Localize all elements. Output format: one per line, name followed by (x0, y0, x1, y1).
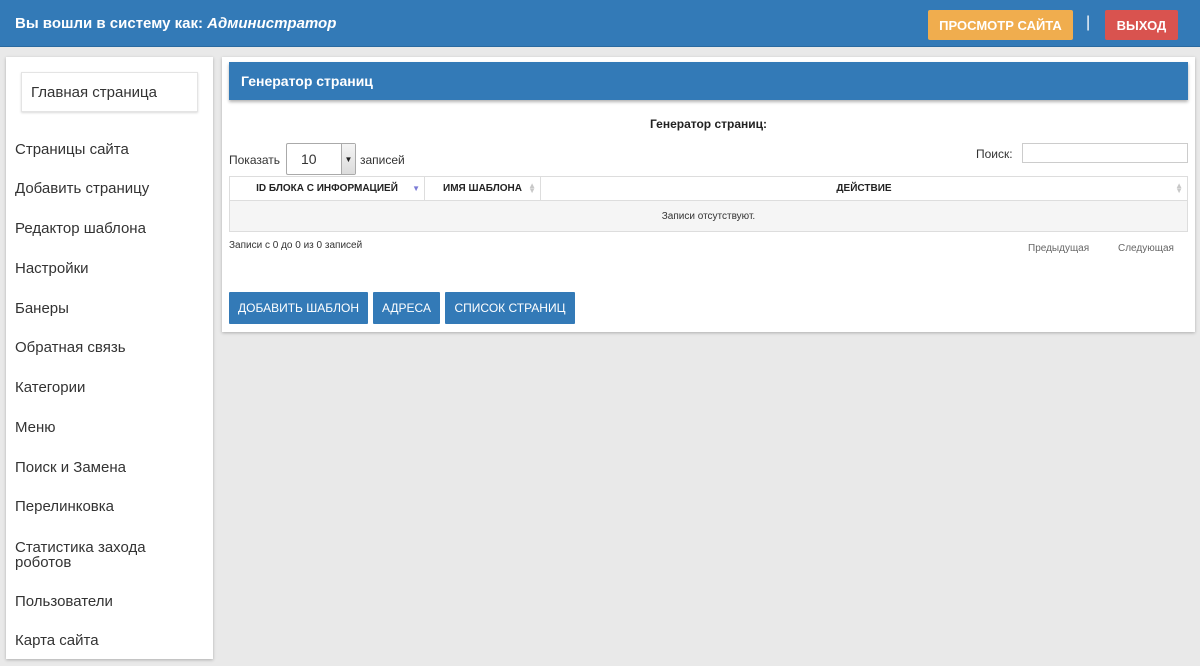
sidebar-item-search-replace[interactable]: Поиск и Замена (15, 460, 210, 475)
login-status: Вы вошли в систему как: Администратор (15, 15, 336, 32)
sidebar-item-interlinking[interactable]: Перелинковка (15, 499, 210, 514)
sort-desc-icon: ▼ (412, 184, 420, 193)
table-header: ID БЛОКА С ИНФОРМАЦИЕЙ ▼ ИМЯ ШАБЛОНА ▲ ▼ … (230, 177, 1187, 201)
login-status-prefix: Вы вошли в систему как: (15, 15, 203, 32)
sidebar-item-users[interactable]: Пользователи (15, 594, 210, 609)
column-header-label: ДЕЙСТВИЕ (836, 183, 892, 194)
sidebar-item-sitemap[interactable]: Карта сайта (15, 633, 210, 648)
user-role: Администратор (207, 15, 337, 32)
sidebar-item-robot-stats[interactable]: Статистика захода роботов (15, 540, 165, 570)
sidebar-item-menu[interactable]: Меню (15, 420, 210, 435)
top-bar: Вы вошли в систему как: Администратор ПР… (0, 0, 1200, 47)
home-page-button[interactable]: Главная страница (21, 72, 198, 112)
column-header-action[interactable]: ДЕЙСТВИЕ ▲ ▼ (541, 177, 1187, 200)
sidebar: Главная страница Страницы сайта Добавить… (6, 57, 213, 659)
header-separator: | (1086, 14, 1091, 31)
add-template-button[interactable]: ДОБАВИТЬ ШАБЛОН (229, 292, 368, 324)
search-input[interactable] (1022, 143, 1188, 163)
records-label: записей (360, 153, 405, 167)
sidebar-item-feedback[interactable]: Обратная связь (15, 340, 210, 355)
table-subtitle: Генератор страниц: (649, 117, 768, 131)
page-length-select[interactable]: 10 ▼ (286, 143, 356, 175)
table-info: Записи с 0 до 0 из 0 записей (229, 240, 363, 251)
page-generator-panel: Генератор страниц Генератор страниц: Пок… (222, 57, 1195, 332)
panel-title: Генератор страниц (229, 62, 1188, 100)
addresses-button[interactable]: АДРЕСА (373, 292, 440, 324)
sidebar-item-template-editor[interactable]: Редактор шаблона (15, 221, 210, 236)
column-header-label: ID БЛОКА С ИНФОРМАЦИЕЙ (256, 183, 398, 194)
chevron-down-icon: ▼ (341, 144, 355, 174)
logout-button[interactable]: ВЫХОД (1105, 10, 1178, 40)
page-list-button[interactable]: СПИСОК СТРАНИЦ (445, 292, 575, 324)
sidebar-item-add-page[interactable]: Добавить страницу (15, 181, 210, 196)
sidebar-item-settings[interactable]: Настройки (15, 261, 210, 276)
pagination-next[interactable]: Следующая (1118, 243, 1174, 254)
column-header-label: ИМЯ ШАБЛОНА (443, 183, 522, 194)
page-length-value: 10 (301, 151, 317, 167)
search-label: Поиск: (976, 147, 1013, 161)
column-header-template-name[interactable]: ИМЯ ШАБЛОНА ▲ ▼ (425, 177, 541, 200)
view-site-button[interactable]: ПРОСМОТР САЙТА (928, 10, 1073, 40)
sort-both-icon: ▲ ▼ (528, 181, 536, 195)
sort-both-icon: ▲ ▼ (1175, 181, 1183, 195)
sidebar-item-banners[interactable]: Банеры (15, 301, 210, 316)
empty-table-row: Записи отсутствуют. (230, 201, 1187, 231)
data-table: ID БЛОКА С ИНФОРМАЦИЕЙ ▼ ИМЯ ШАБЛОНА ▲ ▼ … (229, 176, 1188, 232)
sidebar-item-categories[interactable]: Категории (15, 380, 210, 395)
pagination-previous[interactable]: Предыдущая (1028, 243, 1089, 254)
show-label: Показать (229, 153, 281, 167)
column-header-block-id[interactable]: ID БЛОКА С ИНФОРМАЦИЕЙ ▼ (230, 177, 425, 200)
sidebar-item-site-pages[interactable]: Страницы сайта (15, 142, 210, 157)
